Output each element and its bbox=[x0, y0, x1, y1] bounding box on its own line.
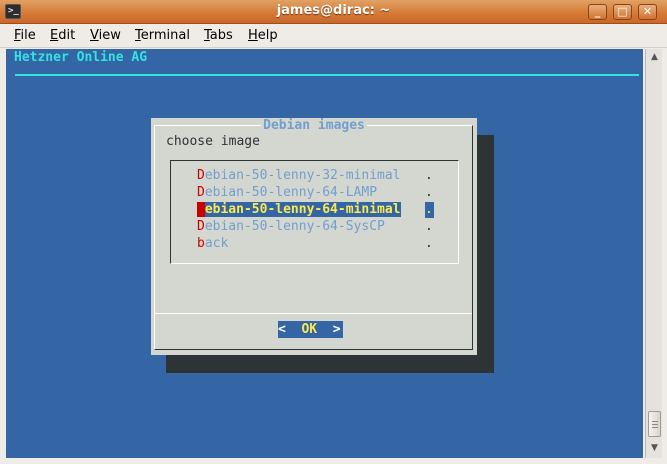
menu-mnemonic: H bbox=[248, 28, 258, 43]
menu-tabs[interactable]: Tabs bbox=[204, 28, 233, 43]
menu-view[interactable]: View bbox=[90, 28, 121, 43]
dialog-prompt: choose image bbox=[166, 134, 260, 149]
dialog-shadow bbox=[476, 135, 494, 373]
list-item-label: ebian-50-lenny-64-LAMP bbox=[204, 185, 378, 200]
ok-button[interactable]: < OK > bbox=[278, 321, 343, 338]
dialog-separator bbox=[155, 313, 472, 314]
menu-label: elp bbox=[257, 28, 278, 43]
list-item-label: ack bbox=[204, 236, 229, 251]
list-item-label: ebian-50-lenny-64-minimal bbox=[204, 202, 401, 217]
list-item-hotkey: D bbox=[197, 168, 205, 183]
list-item-label: ebian-50-lenny-32-minimal bbox=[204, 168, 401, 183]
grip-line bbox=[652, 421, 658, 422]
dialog-title-bar: Debian images bbox=[151, 118, 477, 133]
terminal-screen[interactable]: Hetzner Online AG Debian images choose i… bbox=[6, 49, 643, 458]
list-item-hotkey: D bbox=[197, 202, 205, 217]
grip-line bbox=[652, 427, 658, 428]
menu-file[interactable]: File bbox=[14, 28, 36, 43]
ok-button-left-bracket: < bbox=[278, 322, 286, 337]
window-title: james@dirac: ~ bbox=[276, 3, 391, 18]
menu-mnemonic: E bbox=[50, 28, 59, 43]
list-item-marker: . bbox=[425, 185, 433, 200]
ok-button-right-bracket: > bbox=[332, 322, 341, 337]
scrollbar-thumb[interactable] bbox=[648, 411, 661, 437]
title-bar: >_ james@dirac: ~ _ □ ✕ bbox=[0, 0, 667, 24]
dialog-title: Debian images bbox=[261, 118, 367, 133]
list-item-hotkey: D bbox=[197, 185, 205, 200]
debian-images-dialog: Debian images choose image Debian-50-len… bbox=[151, 118, 477, 355]
menu-mnemonic: V bbox=[90, 28, 99, 43]
list-item[interactable]: Debian-50-lenny-32-minimal bbox=[197, 168, 401, 184]
close-button[interactable]: ✕ bbox=[638, 4, 657, 20]
grip-line bbox=[652, 424, 658, 425]
backtitle: Hetzner Online AG bbox=[14, 50, 148, 65]
list-item-hotkey: D bbox=[197, 219, 205, 234]
list-item[interactable]: Debian-50-lenny-64-SysCP bbox=[197, 219, 385, 235]
dialog-shadow bbox=[166, 355, 494, 373]
menu-bar: File Edit View Terminal Tabs Help bbox=[0, 24, 667, 48]
ok-button-label: OK bbox=[301, 322, 318, 337]
menu-help[interactable]: Help bbox=[248, 28, 278, 43]
menu-label: abs bbox=[209, 28, 233, 43]
list-item-label: ebian-50-lenny-64-SysCP bbox=[204, 219, 385, 234]
menu-label: iew bbox=[98, 28, 121, 43]
list-item-text: Debian-50-lenny-64-LAMP bbox=[197, 185, 377, 200]
scroll-up-arrow-icon[interactable]: ▲ bbox=[648, 50, 661, 64]
list-item-text: Debian-50-lenny-64-minimal bbox=[197, 202, 401, 217]
list-item-marker: . bbox=[425, 202, 434, 218]
menu-edit[interactable]: Edit bbox=[50, 28, 75, 43]
backtitle-divider bbox=[15, 74, 639, 76]
list-item-marker: . bbox=[425, 168, 433, 183]
maximize-button[interactable]: □ bbox=[613, 4, 632, 20]
list-item[interactable]: back bbox=[197, 236, 228, 252]
list-item-marker: . bbox=[425, 236, 433, 251]
image-list: Debian-50-lenny-32-minimal . Debian-50-l… bbox=[170, 160, 459, 264]
list-item[interactable]: Debian-50-lenny-64-LAMP bbox=[197, 185, 377, 201]
list-item-hotkey: b bbox=[197, 236, 205, 251]
menu-label: ile bbox=[20, 28, 36, 43]
minimize-button[interactable]: _ bbox=[588, 4, 607, 20]
list-item-text: Debian-50-lenny-32-minimal bbox=[197, 168, 401, 183]
list-item-text: back bbox=[197, 236, 228, 251]
menu-label: dit bbox=[58, 28, 76, 43]
menu-label: erminal bbox=[140, 28, 190, 43]
list-item-text: Debian-50-lenny-64-SysCP bbox=[197, 219, 385, 234]
menu-terminal[interactable]: Terminal bbox=[135, 28, 190, 43]
list-item-selected[interactable]: Debian-50-lenny-64-minimal bbox=[197, 202, 401, 218]
scroll-down-arrow-icon[interactable]: ▼ bbox=[648, 441, 661, 455]
list-item-marker: . bbox=[425, 219, 433, 234]
terminal-scrollbar[interactable]: ▲ ▼ bbox=[645, 49, 662, 458]
